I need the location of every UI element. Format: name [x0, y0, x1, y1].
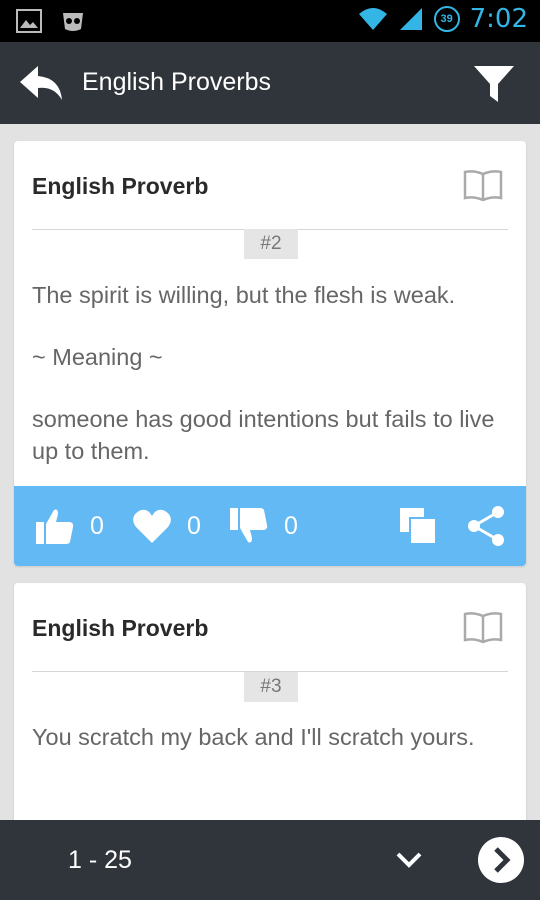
- incognito-icon: [63, 13, 83, 31]
- back-arrow-icon[interactable]: [18, 62, 64, 104]
- chevron-right-icon: [494, 847, 511, 873]
- heart-button[interactable]: 0: [131, 486, 201, 566]
- action-bar: 0 0 0: [14, 486, 526, 566]
- next-page-button[interactable]: [478, 837, 524, 883]
- proverb-number: #2: [244, 229, 298, 259]
- page-range: 1 - 25: [68, 846, 132, 874]
- gallery-icon: [16, 9, 42, 33]
- page-title: English Proverbs: [82, 68, 271, 96]
- proverb-text: The spirit is willing, but the flesh is …: [32, 282, 456, 308]
- share-icon: [468, 506, 504, 546]
- share-button[interactable]: [466, 486, 506, 566]
- card-heading: English Proverb: [32, 173, 209, 199]
- filter-icon[interactable]: [472, 62, 516, 106]
- status-bar: 39 7:02: [0, 0, 540, 42]
- copy-icon: [400, 508, 437, 545]
- meaning-label: ~ Meaning ~: [32, 344, 163, 370]
- thumbs-down-icon: [230, 508, 268, 543]
- dislike-count: 0: [284, 511, 298, 540]
- battery-level: 39: [440, 13, 453, 25]
- heart-count: 0: [187, 511, 201, 540]
- like-button[interactable]: 0: [34, 486, 104, 566]
- heart-icon: [133, 509, 171, 543]
- meaning-text: someone has good intentions but fails to…: [32, 406, 495, 464]
- wifi-icon: [358, 8, 387, 30]
- chevron-down-icon[interactable]: [396, 848, 422, 872]
- battery-icon: 39: [433, 6, 460, 32]
- card-heading: English Proverb: [32, 615, 209, 641]
- book-icon[interactable]: [462, 168, 504, 202]
- proverb-number: #3: [244, 672, 298, 702]
- dislike-button[interactable]: 0: [228, 486, 298, 566]
- proverb-card: English Proverb #2 The spirit is willing…: [14, 141, 526, 566]
- proverb-text: You scratch my back and I'll scratch you…: [32, 724, 475, 750]
- thumbs-up-icon: [36, 509, 74, 544]
- pagination-bar: 1 - 25: [0, 820, 540, 900]
- app-bar: English Proverbs: [0, 42, 540, 124]
- copy-button[interactable]: [398, 486, 438, 566]
- like-count: 0: [90, 511, 104, 540]
- signal-icon: [399, 8, 422, 30]
- book-icon[interactable]: [462, 610, 504, 644]
- status-time: 7:02: [469, 4, 528, 34]
